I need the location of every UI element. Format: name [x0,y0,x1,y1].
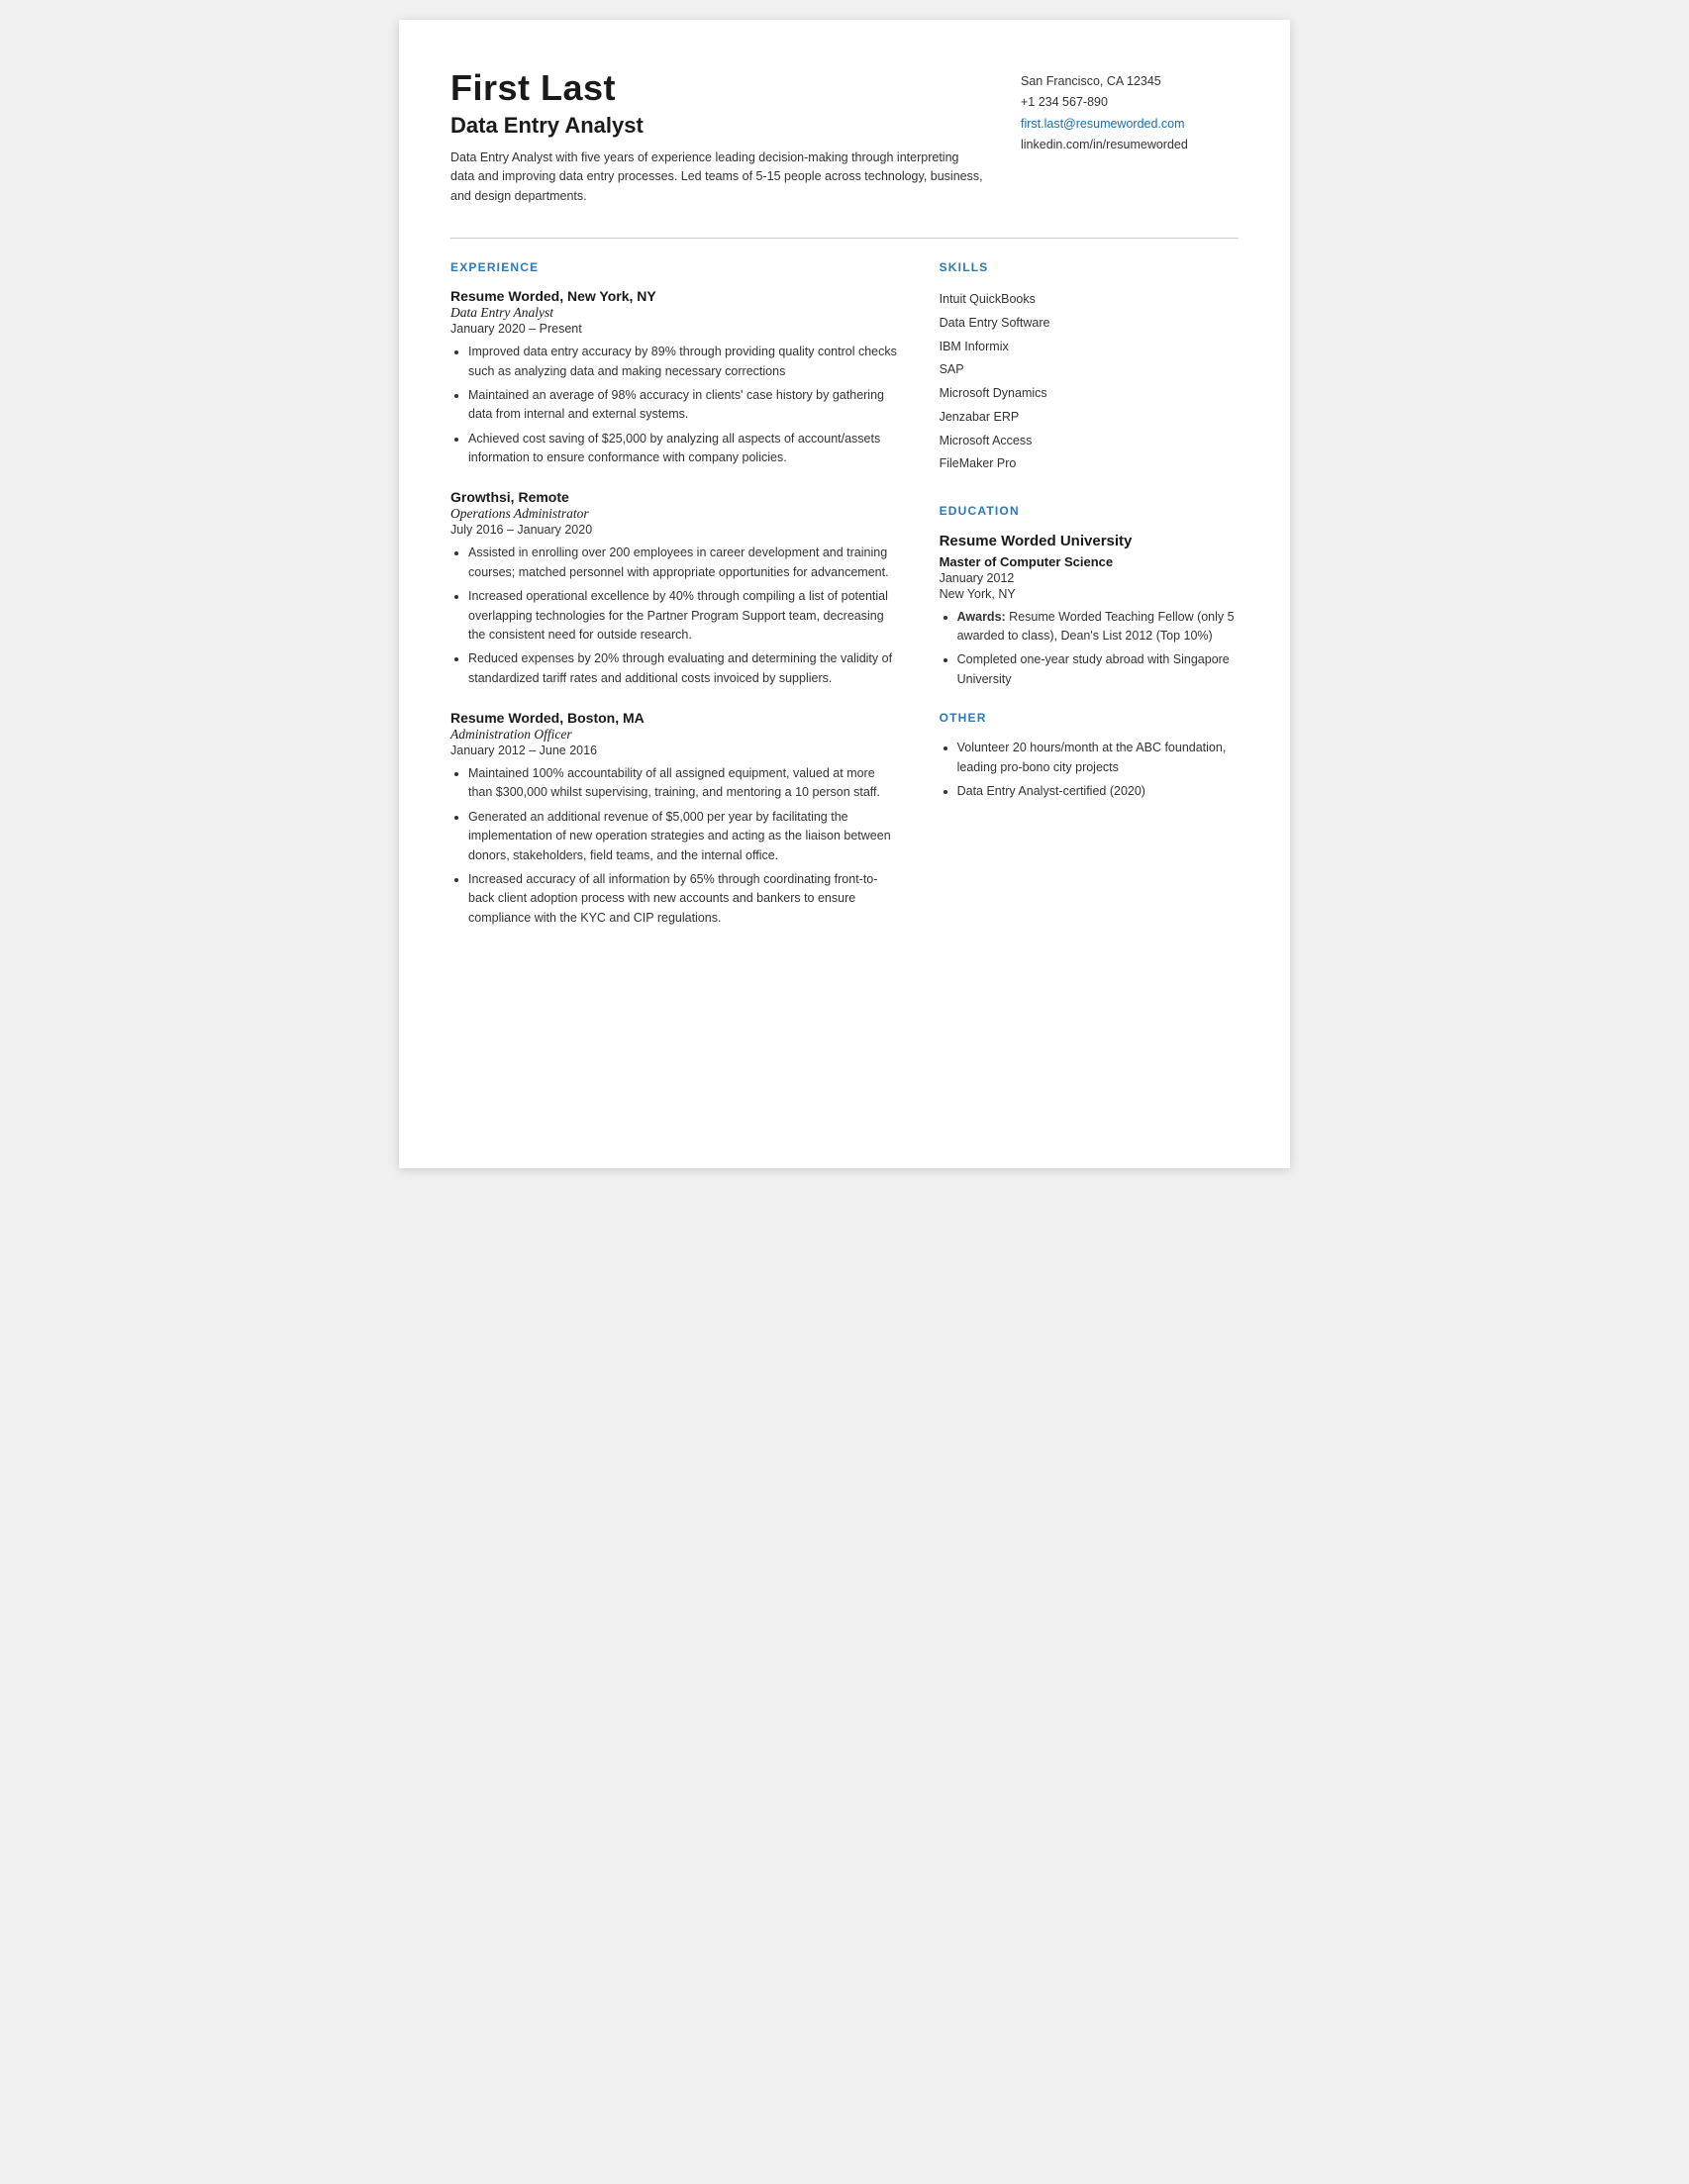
left-column: EXPERIENCE Resume Worded, New York, NY D… [450,256,900,949]
contact-email: first.last@resumeworded.com [1021,114,1239,135]
other-section: OTHER Volunteer 20 hours/month at the AB… [940,711,1239,801]
experience-section-title: EXPERIENCE [450,260,900,274]
divider [450,238,1239,239]
job-role-1: Data Entry Analyst [450,305,900,321]
contact-address: San Francisco, CA 12345 [1021,71,1239,92]
bullet-2-3: Reduced expenses by 20% through evaluati… [468,649,900,688]
education-title: EDUCATION [940,504,1239,518]
bullet-3-1: Maintained 100% accountability of all as… [468,764,900,803]
candidate-summary: Data Entry Analyst with five years of ex… [450,149,985,206]
bullet-3-3: Increased accuracy of all information by… [468,870,900,928]
skills-title: SKILLS [940,260,1239,274]
employer-line-2: Growthsi, Remote [450,489,900,505]
skill-2: IBM Informix [940,336,1239,359]
edu-school: Resume Worded University [940,532,1239,551]
contact-phone: +1 234 567-890 [1021,92,1239,113]
bullet-1-2: Maintained an average of 98% accuracy in… [468,386,900,425]
employer-suffix-2: Remote [515,489,569,505]
skill-6: Microsoft Access [940,430,1239,453]
edu-bullet-1-text: Completed one-year study abroad with Sin… [957,652,1230,685]
job-block-2: Growthsi, Remote Operations Administrato… [450,489,900,688]
skill-0: Intuit QuickBooks [940,288,1239,312]
contact-info: San Francisco, CA 12345 +1 234 567-890 f… [1021,67,1239,155]
employer-line-1: Resume Worded, New York, NY [450,288,900,304]
other-list: Volunteer 20 hours/month at the ABC foun… [940,739,1239,801]
edu-bullet-0-bold: Awards: [957,610,1006,624]
bullet-1-1: Improved data entry accuracy by 89% thro… [468,343,900,381]
other-item-0: Volunteer 20 hours/month at the ABC foun… [957,739,1239,777]
job-block-3: Resume Worded, Boston, MA Administration… [450,710,900,928]
job-bullets-2: Assisted in enrolling over 200 employees… [450,544,900,688]
bullet-1-3: Achieved cost saving of $25,000 by analy… [468,430,900,468]
employer-name-2: Growthsi, [450,489,515,505]
edu-location: New York, NY [940,587,1239,601]
contact-linkedin: linkedin.com/in/resumeworded [1021,135,1239,155]
edu-bullet-1: Completed one-year study abroad with Sin… [957,650,1239,689]
job-role-3: Administration Officer [450,727,900,743]
employer-name-1: Resume Worded, [450,288,563,304]
resume-page: First Last Data Entry Analyst Data Entry… [399,20,1290,1168]
skill-7: FileMaker Pro [940,452,1239,476]
job-dates-1: January 2020 – Present [450,322,900,336]
skill-5: Jenzabar ERP [940,406,1239,430]
employer-name-3: Resume Worded, [450,710,563,726]
other-item-1: Data Entry Analyst-certified (2020) [957,782,1239,801]
edu-block: Resume Worded University Master of Compu… [940,532,1239,689]
candidate-name: First Last [450,67,985,109]
skill-3: SAP [940,358,1239,382]
other-title: OTHER [940,711,1239,725]
left-header: First Last Data Entry Analyst Data Entry… [450,67,985,206]
job-dates-3: January 2012 – June 2016 [450,744,900,757]
skill-1: Data Entry Software [940,312,1239,336]
employer-suffix-1: New York, NY [563,288,656,304]
employer-suffix-3: Boston, MA [563,710,645,726]
edu-bullets: Awards: Resume Worded Teaching Fellow (o… [940,608,1239,690]
right-column: SKILLS Intuit QuickBooks Data Entry Soft… [940,256,1239,949]
job-bullets-1: Improved data entry accuracy by 89% thro… [450,343,900,467]
skills-list: Intuit QuickBooks Data Entry Software IB… [940,288,1239,476]
employer-line-3: Resume Worded, Boston, MA [450,710,900,726]
bullet-2-2: Increased operational excellence by 40% … [468,587,900,645]
bullet-2-1: Assisted in enrolling over 200 employees… [468,544,900,582]
skills-section: SKILLS Intuit QuickBooks Data Entry Soft… [940,260,1239,476]
edu-degree: Master of Computer Science [940,554,1239,569]
skill-4: Microsoft Dynamics [940,382,1239,406]
edu-date: January 2012 [940,571,1239,585]
bullet-3-2: Generated an additional revenue of $5,00… [468,808,900,865]
edu-bullet-0: Awards: Resume Worded Teaching Fellow (o… [957,608,1239,646]
education-section: EDUCATION Resume Worded University Maste… [940,504,1239,689]
job-block-1: Resume Worded, New York, NY Data Entry A… [450,288,900,467]
job-bullets-3: Maintained 100% accountability of all as… [450,764,900,928]
job-dates-2: July 2016 – January 2020 [450,523,900,537]
top-section: First Last Data Entry Analyst Data Entry… [450,67,1239,206]
candidate-title: Data Entry Analyst [450,113,985,139]
main-content: EXPERIENCE Resume Worded, New York, NY D… [450,256,1239,949]
email-link[interactable]: first.last@resumeworded.com [1021,117,1185,131]
job-role-2: Operations Administrator [450,506,900,522]
